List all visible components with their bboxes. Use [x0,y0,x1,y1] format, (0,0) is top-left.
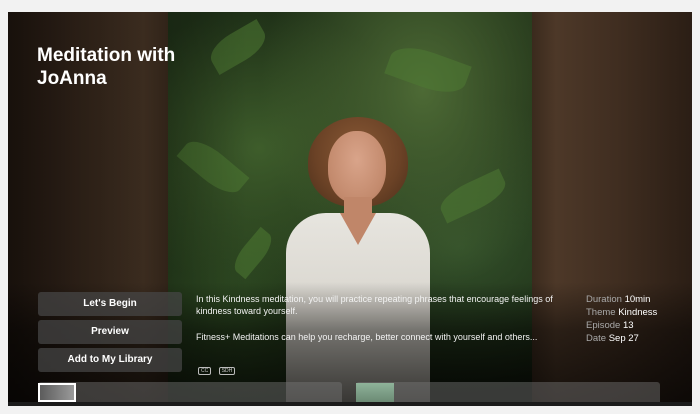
lets-begin-button[interactable]: Let's Begin [38,292,182,316]
episode-thumbnail[interactable] [356,383,394,402]
sdh-badge: SDH [218,367,236,375]
episode-shelf-row[interactable] [38,382,342,402]
description-text-more[interactable]: Fitness+ Meditations can help you rechar… [196,331,576,343]
tv-screen: Meditation with JoAnna Let's Begin Previ… [8,12,692,402]
theme-row: Theme Kindness [586,307,658,318]
accessibility-badges: CC SDH [198,359,238,377]
episode-thumbnail-selected[interactable] [38,383,76,402]
episode-description: In this Kindness meditation, you will pr… [196,293,576,357]
date-row: Date Sep 27 [586,333,639,344]
add-to-library-button[interactable]: Add to My Library [38,348,182,372]
episode-shelf-row-next[interactable] [356,382,660,402]
action-buttons: Let's Begin Preview Add to My Library [38,292,182,376]
episode-row: Episode 13 [586,320,634,331]
episode-details: Duration 10min Theme Kindness Episode 13… [586,293,686,345]
description-text: In this Kindness meditation, you will pr… [196,294,553,316]
cc-badge: CC [198,367,212,375]
preview-button[interactable]: Preview [38,320,182,344]
duration-row: Duration 10min [586,294,651,305]
page-title: Meditation with JoAnna [37,45,176,89]
